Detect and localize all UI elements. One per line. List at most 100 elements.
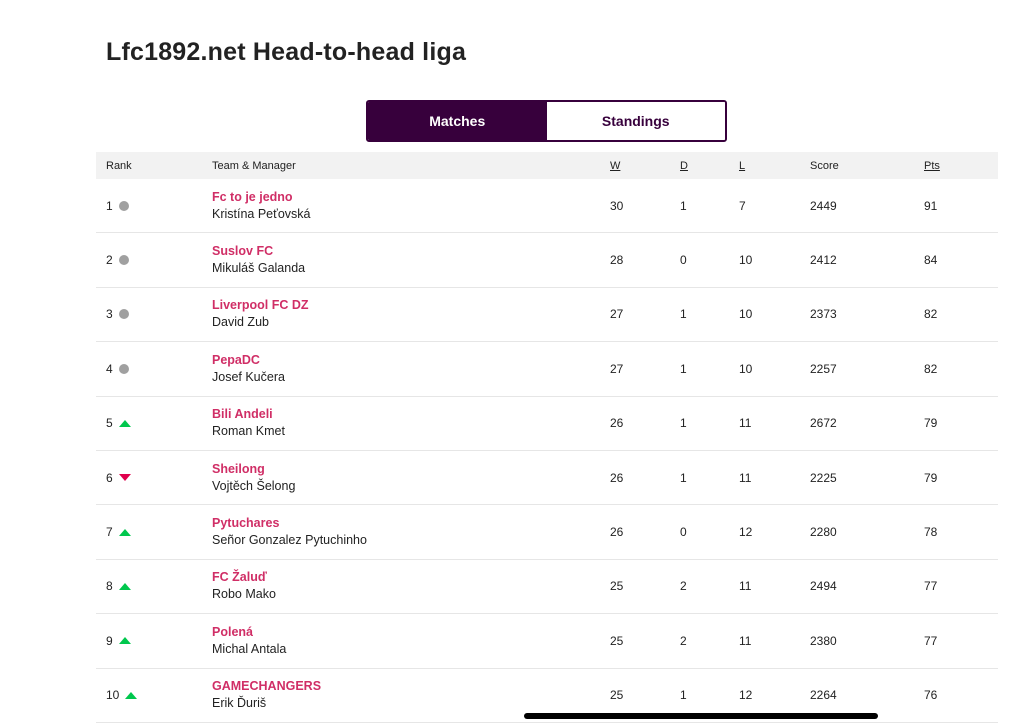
draws-cell: 1 <box>680 307 687 322</box>
rank-cell: 9 <box>96 634 212 648</box>
team-name-link[interactable]: GAMECHANGERS <box>212 678 610 695</box>
team-name-link[interactable]: Polená <box>212 624 610 641</box>
rank-number: 2 <box>106 253 113 268</box>
table-header: Rank Team & Manager W D L Score Pts <box>96 152 998 179</box>
manager-name: Michal Antala <box>212 641 287 656</box>
losses-cell: 10 <box>739 307 753 322</box>
tab-bar: Matches Standings <box>366 100 727 142</box>
draws-cell: 0 <box>680 253 687 268</box>
rank-unchanged-icon <box>118 200 129 211</box>
manager-name: Erik Ďuriš <box>212 696 267 711</box>
rank-unchanged-icon <box>118 255 129 266</box>
rank-number: 4 <box>106 361 113 376</box>
points-cell: 91 <box>924 198 938 213</box>
draws-cell: 1 <box>680 361 687 376</box>
score-cell: 2373 <box>810 307 837 322</box>
rank-cell: 2 <box>96 253 212 267</box>
score-cell: 2494 <box>810 579 837 594</box>
team-name-link[interactable]: PepaDC <box>212 352 610 369</box>
column-header-team: Team & Manager <box>212 159 296 172</box>
rank-number: 5 <box>106 416 113 431</box>
rank-up-icon <box>118 637 131 645</box>
score-cell: 2672 <box>810 416 837 431</box>
rank-number: 6 <box>106 470 113 485</box>
points-cell: 77 <box>924 633 938 648</box>
points-cell: 84 <box>924 253 938 268</box>
wins-cell: 25 <box>610 688 624 703</box>
draws-cell: 1 <box>680 416 687 431</box>
table-row[interactable]: 4 PepaDC Josef Kučera 27 1 10 2257 82 <box>96 342 998 397</box>
team-name-link[interactable]: Fc to je jedno <box>212 189 610 206</box>
losses-cell: 10 <box>739 253 753 268</box>
draws-cell: 1 <box>680 470 687 485</box>
rank-unchanged-icon <box>118 363 129 374</box>
table-row[interactable]: 7 Pytuchares Señor Gonzalez Pytuchinho 26 0 1… <box>96 505 998 560</box>
losses-cell: 10 <box>739 361 753 376</box>
rank-number: 7 <box>106 525 113 540</box>
team-name-link[interactable]: Suslov FC <box>212 243 610 260</box>
losses-cell: 12 <box>739 688 753 703</box>
score-cell: 2280 <box>810 525 837 540</box>
manager-name: Roman Kmet <box>212 424 285 439</box>
losses-cell: 11 <box>739 416 752 431</box>
team-name-link[interactable]: FC Žaluď <box>212 569 610 586</box>
team-cell: Liverpool FC DZ David Zub <box>212 297 610 331</box>
wins-cell: 27 <box>610 307 624 322</box>
team-name-link[interactable]: Pytuchares <box>212 515 610 532</box>
table-row[interactable]: 9 Polená Michal Antala 25 2 11 2380 77 <box>96 614 998 669</box>
score-cell: 2264 <box>810 688 837 703</box>
score-cell: 2449 <box>810 198 837 213</box>
points-cell: 77 <box>924 579 938 594</box>
page: Lfc1892.net Head-to-head liga Matches St… <box>0 0 1024 727</box>
table-row[interactable]: 5 Bili Andeli Roman Kmet 26 1 11 2672 79 <box>96 397 998 451</box>
rank-up-icon <box>118 419 131 427</box>
standings-table: Rank Team & Manager W D L Score Pts 1 Fc … <box>96 152 998 723</box>
team-name-link[interactable]: Liverpool FC DZ <box>212 297 610 314</box>
table-row[interactable]: 1 Fc to je jedno Kristína Peťovská 30 1 7 2449… <box>96 179 998 234</box>
table-row[interactable]: 8 FC Žaluď Robo Mako 25 2 11 2494 77 <box>96 560 998 615</box>
manager-name: Josef Kučera <box>212 369 285 384</box>
points-cell: 76 <box>924 688 938 703</box>
rank-number: 10 <box>106 688 120 703</box>
table-row[interactable]: 6 Sheilong Vojtěch Šelong 26 1 11 2225 79 <box>96 451 998 506</box>
table-body: 1 Fc to je jedno Kristína Peťovská 30 1 7 2449… <box>96 179 998 723</box>
team-cell: PepaDC Josef Kučera <box>212 352 610 386</box>
points-cell: 79 <box>924 416 938 431</box>
points-cell: 79 <box>924 470 938 485</box>
score-cell: 2257 <box>810 361 837 376</box>
column-header-d: D <box>680 159 688 172</box>
team-cell: Suslov FC Mikuláš Galanda <box>212 243 610 277</box>
team-name-link[interactable]: Bili Andeli <box>212 406 610 423</box>
rank-cell: 4 <box>96 362 212 376</box>
rank-cell: 10 <box>96 688 212 702</box>
rank-up-icon <box>125 691 138 699</box>
wins-cell: 27 <box>610 361 624 376</box>
column-header-rank: Rank <box>106 159 132 172</box>
manager-name: Mikuláš Galanda <box>212 261 306 276</box>
rank-number: 3 <box>106 307 113 322</box>
tab-matches[interactable]: Matches <box>368 102 547 140</box>
wins-cell: 26 <box>610 470 624 485</box>
draws-cell: 2 <box>680 579 687 594</box>
wins-cell: 26 <box>610 416 624 431</box>
rank-number: 9 <box>106 633 113 648</box>
team-cell: Sheilong Vojtěch Šelong <box>212 461 610 495</box>
rank-down-icon <box>118 474 131 482</box>
draws-cell: 1 <box>680 688 687 703</box>
manager-name: Vojtěch Šelong <box>212 478 296 493</box>
losses-cell: 11 <box>739 633 752 648</box>
manager-name: Kristína Peťovská <box>212 206 311 221</box>
team-cell: FC Žaluď Robo Mako <box>212 569 610 603</box>
score-cell: 2225 <box>810 470 837 485</box>
wins-cell: 30 <box>610 198 624 213</box>
points-cell: 82 <box>924 307 938 322</box>
score-cell: 2380 <box>810 633 837 648</box>
rank-up-icon <box>118 582 131 590</box>
table-row[interactable]: 3 Liverpool FC DZ David Zub 27 1 10 2373 82 <box>96 288 998 343</box>
wins-cell: 26 <box>610 525 624 540</box>
wins-cell: 25 <box>610 579 624 594</box>
rank-unchanged-icon <box>118 309 129 320</box>
team-name-link[interactable]: Sheilong <box>212 461 610 478</box>
table-row[interactable]: 2 Suslov FC Mikuláš Galanda 28 0 10 2412 84 <box>96 233 998 288</box>
tab-standings[interactable]: Standings <box>546 102 725 140</box>
